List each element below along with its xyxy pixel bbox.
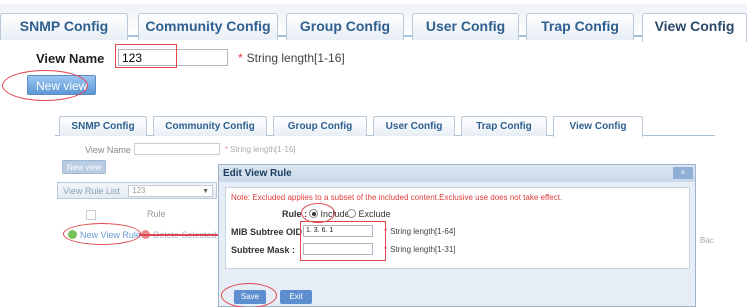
inset-tab-community-config[interactable]: Community Config	[153, 116, 267, 136]
hint-text: String length[1-16]	[246, 51, 345, 65]
inset-view-name-hint: * String length[1-16]	[225, 145, 296, 154]
tab-trap-config[interactable]: Trap Config	[526, 13, 634, 40]
annotation-ellipse	[63, 223, 141, 245]
tab-snmp-config[interactable]: SNMP Config	[0, 13, 128, 40]
dialog-body: Note: Excluded applies to a subset of th…	[225, 187, 690, 269]
inset-new-view-button[interactable]: New view	[62, 160, 107, 174]
tab-view-config[interactable]: View Config	[642, 13, 747, 42]
view-name-label: View Name	[36, 51, 105, 66]
inset-tab-trap-config[interactable]: Trap Config	[461, 116, 547, 136]
inset-tab-snmp-config[interactable]: SNMP Config	[59, 116, 147, 136]
mib-subtree-oid-label: MIB Subtree OID :	[231, 227, 308, 237]
annotation-ellipse	[2, 70, 88, 101]
subtree-mask-label: Subtree Mask :	[231, 245, 296, 255]
inset-screenshot: SNMP Config Community Config Group Confi…	[55, 114, 715, 307]
inset-tab-user-config[interactable]: User Config	[373, 116, 455, 136]
dialog-note: Note: Excluded applies to a subset of th…	[231, 193, 563, 202]
inset-view-name-input[interactable]	[134, 143, 220, 155]
dialog-title: Edit View Rule	[219, 165, 695, 182]
tab-group-config[interactable]: Group Config	[286, 13, 404, 40]
exclude-radio[interactable]: Exclude	[347, 209, 391, 219]
view-rule-list-label: View Rule List	[63, 186, 120, 196]
subtree-mask-hint: * String length[1-31]	[384, 245, 456, 254]
annotation-box	[300, 221, 386, 261]
inset-view-name-label: View Name	[85, 145, 131, 155]
annotation-ellipse	[221, 283, 277, 307]
annotation-ellipse	[301, 203, 335, 223]
radio-unchecked-icon	[347, 209, 356, 218]
select-value: 123	[132, 186, 146, 195]
view-rule-list-select[interactable]: 123 ▼	[128, 185, 213, 197]
exit-button[interactable]: Exit	[280, 290, 312, 304]
hint-text: String length[1-31]	[390, 245, 456, 254]
view-name-hint: * String length[1-16]	[238, 51, 345, 65]
annotation-arrow-icon	[139, 229, 229, 241]
hint-text: String length[1-16]	[230, 145, 296, 154]
exclude-label: Exclude	[358, 209, 391, 219]
tab-user-config[interactable]: User Config	[412, 13, 519, 40]
view-rule-list-bar: View Rule List 123 ▼	[57, 182, 217, 199]
chevron-down-icon: ▼	[202, 188, 209, 195]
column-header-rule: Rule	[147, 209, 166, 219]
top-tab-bar: SNMP Config Community Config Group Confi…	[0, 4, 747, 42]
inset-tab-view-config[interactable]: View Config	[553, 116, 643, 137]
required-mark: *	[225, 145, 229, 154]
mib-subtree-oid-hint: * String length[1-64]	[384, 227, 456, 236]
side-text: Bac	[700, 236, 714, 245]
required-mark: *	[238, 51, 243, 65]
annotation-box	[115, 44, 177, 68]
inset-tab-bar: SNMP Config Community Config Group Confi…	[55, 114, 715, 137]
edit-view-rule-dialog: Edit View Rule × Note: Excluded applies …	[218, 164, 696, 307]
inset-tab-group-config[interactable]: Group Config	[273, 116, 367, 136]
tab-community-config[interactable]: Community Config	[138, 13, 278, 40]
select-all-checkbox[interactable]	[86, 210, 96, 220]
close-icon[interactable]: ×	[673, 167, 693, 179]
hint-text: String length[1-64]	[390, 227, 456, 236]
